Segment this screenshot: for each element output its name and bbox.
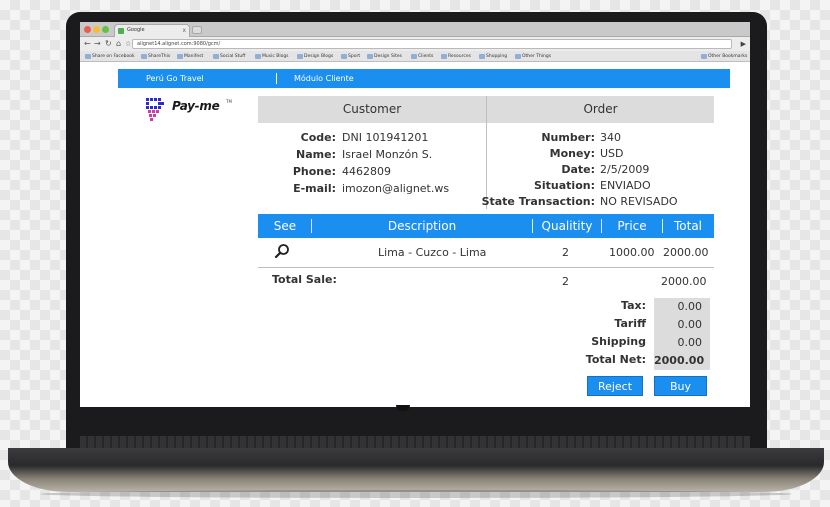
bookmark-item[interactable]: Other Things [514,52,551,61]
total-sale-label: Total Sale: [272,273,337,286]
order-label: Money: [549,147,595,160]
item-price: 1000.00 [609,246,655,259]
item-description: Lima - Cuzco - Lima [378,246,487,259]
order-label: Date: [561,163,595,176]
column-header-description: Description [387,219,457,233]
order-label: Number: [541,131,595,144]
order-label: State Transaction: [481,195,595,208]
bookmark-item[interactable]: Sport [340,52,360,61]
nav-site-link[interactable]: Perú Go Travel [146,69,204,88]
order-value: NO REVISADO [600,195,678,208]
tariff-label: Tariff [614,317,646,330]
column-divider [486,96,487,209]
shipping-label: Shipping [591,335,646,348]
header-divider [532,219,533,233]
order-label: Situation: [533,179,595,192]
brand-name: Pay-me [172,99,220,113]
customer-value: 4462809 [342,165,391,178]
bookmark-item[interactable]: Design Blogs [296,52,333,61]
back-arrow-icon[interactable]: ← [84,38,91,50]
bookmark-item[interactable]: Share on Facebook [84,52,135,61]
customer-label: Name: [296,148,336,161]
bookmark-item[interactable]: Manifest [176,52,203,61]
page-menu-icon[interactable]: ▶ [741,38,746,50]
laptop-screen: Google x ← → ↻ ⌂ ☆ alignet14.alignet.com… [80,22,750,407]
table-divider [258,267,714,268]
customer-value: Israel Monzón S. [342,148,433,161]
bookmark-item[interactable]: Shopping [478,52,507,61]
tax-value: 0.00 [654,298,710,316]
browser-toolbar: ← → ↻ ⌂ ☆ alignet14.alignet.com:9080/gcm… [80,37,750,51]
browser-tab-bar: Google x [80,22,750,37]
customer-label: Phone: [292,165,336,178]
customer-label: Code: [300,131,336,144]
customer-value: DNI 101941201 [342,131,429,144]
magnifier-icon[interactable] [274,243,290,263]
reload-icon[interactable]: ↻ [105,38,112,50]
order-value: ENVIADO [600,179,651,192]
order-value: 2/5/2009 [600,163,650,176]
column-header-quantity: Qualitity [541,219,593,233]
item-total: 2000.00 [663,246,709,259]
items-table-header: See Description Qualitity Price Total [258,214,714,238]
payme-logo-icon [146,98,164,121]
bookmark-item[interactable]: Resources [440,52,471,61]
browser-tab[interactable]: Google x [114,24,190,37]
window-close-button[interactable] [84,26,91,33]
bookmark-item[interactable]: Social Stuff [212,52,245,61]
order-value: 340 [600,131,621,144]
total-net-value: 2000.00 [654,352,710,370]
order-value: USD [600,147,624,160]
laptop-shadow [40,490,792,498]
bookmarks-bar: Share on Facebook ShareThis Manifest Soc… [80,51,750,62]
total-sale-amount: 2000.00 [661,275,707,288]
tax-label: Tax: [620,299,646,312]
tariff-value: 0.00 [654,316,710,334]
star-icon[interactable]: ☆ [125,38,131,50]
site-nav-bar: Perú Go Travel Módulo Cliente [118,69,730,88]
bookmark-item[interactable]: Design Sites [366,52,402,61]
home-icon[interactable]: ⌂ [116,38,121,50]
window-maximize-button[interactable] [102,26,109,33]
brand-trademark: TM [226,99,232,104]
payme-logo: Pay-me TM [144,96,234,124]
forward-arrow-icon[interactable]: → [94,38,101,50]
customer-label: E-mail: [293,182,336,195]
reject-button[interactable]: Reject [587,376,643,396]
shipping-value: 0.00 [654,334,710,352]
bookmark-item[interactable]: Clients [410,52,433,61]
column-header-total: Total [673,219,703,233]
customer-heading: Customer [258,96,486,123]
tab-close-icon[interactable]: x [182,25,186,36]
bookmark-item[interactable]: ShareThis [140,52,170,61]
nav-module-link[interactable]: Módulo Cliente [294,69,354,88]
favicon-icon [118,28,124,34]
tab-title: Google [127,27,145,33]
buy-button[interactable]: Buy [654,376,707,396]
column-header-see: See [273,219,297,233]
nav-divider [276,73,277,84]
total-net-label: Total Net: [585,353,646,366]
address-bar[interactable]: alignet14.alignet.com:9080/gcm/ [132,39,732,49]
new-tab-button[interactable] [192,26,202,34]
total-sale-quantity: 2 [562,275,569,288]
laptop-base [8,448,824,492]
other-bookmarks[interactable]: Other Bookmarks [700,52,747,61]
item-quantity: 2 [562,246,569,259]
bookmark-item[interactable]: Music Blogs [254,52,289,61]
window-minimize-button[interactable] [93,26,100,33]
customer-value: imozon@alignet.ws [342,182,450,195]
order-heading: Order [487,96,714,123]
column-header-price: Price [617,219,647,233]
